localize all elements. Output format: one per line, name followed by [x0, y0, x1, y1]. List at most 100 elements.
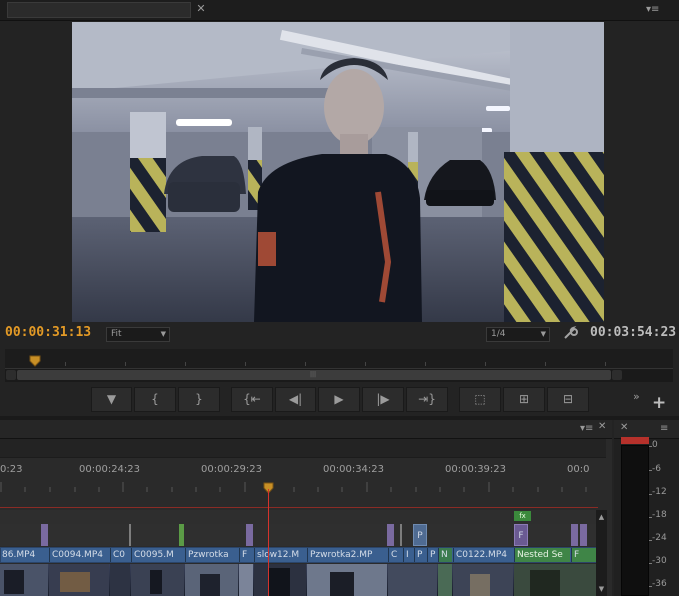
timeline-playhead-line[interactable]	[268, 489, 269, 596]
close-icon[interactable]: ✕	[598, 421, 606, 432]
panel-menu-icon[interactable]: ▾≡	[646, 5, 659, 15]
mark-in-button[interactable]: {	[134, 387, 176, 412]
ruler-label: 00:00:29:23	[201, 464, 263, 475]
monitor-playhead-icon[interactable]	[29, 352, 41, 367]
clip[interactable]: C	[388, 548, 402, 562]
export-frame-button[interactable]: ⊟	[547, 387, 589, 412]
clip-marker[interactable]	[387, 524, 394, 546]
clip-marker[interactable]	[580, 524, 587, 546]
clip-marker[interactable]	[400, 524, 402, 546]
lift-button[interactable]: ⬚	[459, 387, 501, 412]
meter-scale-label: -30	[652, 556, 667, 566]
ruler-label: 00:00:24:23	[79, 464, 141, 475]
clip-marker-label: F	[518, 531, 524, 541]
clip[interactable]: C0	[110, 548, 130, 562]
ruler-label: 0:23	[0, 464, 23, 475]
audio-meter-bar	[621, 445, 649, 596]
play-icon: ▶	[334, 392, 344, 406]
scroll-down-icon[interactable]: ▼	[596, 584, 607, 594]
ruler-label: 00:00:39:23	[445, 464, 507, 475]
clip-marker[interactable]	[129, 524, 131, 546]
panel-menu-icon[interactable]: ▾≡	[580, 424, 593, 434]
program-monitor-video[interactable]	[72, 22, 604, 322]
panel-menu-icon[interactable]: ≡	[660, 424, 668, 434]
clip[interactable]: I	[403, 548, 413, 562]
mark-out-icon: }	[195, 392, 203, 406]
audio-peak-indicator[interactable]	[621, 437, 649, 444]
ruler-label: 00:0	[567, 464, 590, 475]
add-marker-button[interactable]: ▼	[91, 387, 132, 412]
close-icon[interactable]: ✕	[194, 1, 208, 17]
clip[interactable]: P	[414, 548, 426, 562]
clip[interactable]: Pzwrotka2.MP	[307, 548, 387, 562]
step-back-button[interactable]: ◀|	[275, 387, 316, 412]
clip[interactable]: F	[239, 548, 253, 562]
duration-timecode: 00:03:54:23	[590, 325, 677, 340]
go-to-in-button[interactable]: {⇤	[231, 387, 273, 412]
chevron-down-icon: ▼	[540, 330, 546, 338]
go-to-in-icon: {⇤	[243, 392, 261, 406]
mark-out-button[interactable]: }	[178, 387, 220, 412]
mark-in-icon: {	[151, 392, 159, 406]
extract-button[interactable]: ⊞	[503, 387, 545, 412]
work-area-bar[interactable]	[0, 507, 598, 508]
playback-resolution-value: 1/4	[491, 329, 506, 339]
timeline-sequence-bar	[0, 439, 606, 458]
track-lane-v3	[0, 510, 596, 524]
scroll-up-icon[interactable]: ▲	[596, 512, 607, 522]
step-forward-icon: |▶	[376, 392, 390, 406]
zoom-level-value: Fit	[111, 329, 122, 339]
clip-p-marker[interactable]: P	[413, 524, 427, 546]
ruler-label: 00:00:34:23	[323, 464, 385, 475]
fx-badge: fx	[514, 511, 531, 521]
meter-scale-label: -18	[652, 510, 667, 520]
current-timecode[interactable]: 00:00:31:13	[5, 325, 91, 340]
close-icon[interactable]: ✕	[620, 422, 628, 433]
zoom-level-dropdown[interactable]: Fit ▼	[106, 327, 170, 342]
clip-thumbnail-strip[interactable]	[0, 564, 596, 596]
clip-marker[interactable]	[571, 524, 578, 546]
clip[interactable]: C0095.M	[131, 548, 184, 562]
nested-sequence-clip[interactable]: Nested Se	[514, 548, 570, 562]
clip[interactable]: slow12.M	[254, 548, 306, 562]
play-button[interactable]: ▶	[318, 387, 360, 412]
wrench-icon[interactable]	[562, 325, 578, 341]
go-to-out-icon: ⇥}	[418, 392, 436, 406]
lift-icon: ⬚	[474, 392, 486, 406]
clip[interactable]: P	[427, 548, 437, 562]
timeline-ruler[interactable]	[0, 478, 598, 492]
clip[interactable]: C0122.MP4	[453, 548, 513, 562]
clip-marker[interactable]	[246, 524, 253, 546]
clip[interactable]: F	[571, 548, 596, 562]
step-forward-button[interactable]: |▶	[362, 387, 404, 412]
clip-marker[interactable]	[179, 524, 184, 546]
clip[interactable]: 86.MP4	[0, 548, 47, 562]
grip-icon: |||	[309, 371, 317, 378]
step-back-icon: ◀|	[288, 392, 303, 406]
clip-marker-label: P	[417, 531, 423, 541]
track-lane-v2	[0, 524, 596, 546]
scroll-handle-right[interactable]	[612, 370, 622, 380]
clip-marker[interactable]	[41, 524, 48, 546]
timeline-tab-bar	[0, 420, 612, 439]
add-marker-icon: ▼	[106, 392, 117, 406]
meter-scale-label: 0	[652, 440, 658, 450]
program-monitor-tab[interactable]	[7, 2, 191, 18]
monitor-time-ruler[interactable]	[5, 349, 673, 369]
meter-scale-label: -24	[652, 533, 667, 543]
scroll-handle-left[interactable]	[6, 370, 16, 380]
meter-scale-label: -12	[652, 487, 667, 497]
extract-icon: ⊞	[518, 392, 530, 406]
go-to-out-button[interactable]: ⇥}	[406, 387, 448, 412]
meter-scale-label: -36	[652, 579, 667, 589]
overflow-chevron-icon[interactable]: »	[633, 390, 640, 403]
clip[interactable]: C0094.MP4	[49, 548, 109, 562]
playback-resolution-dropdown[interactable]: 1/4 ▼	[486, 327, 550, 342]
clip-f-marker[interactable]: F	[514, 524, 528, 546]
export-frame-icon: ⊟	[562, 392, 574, 406]
clip[interactable]: Pzwrotka	[185, 548, 238, 562]
clip[interactable]: N	[438, 548, 452, 562]
chevron-down-icon: ▼	[160, 330, 166, 338]
meter-scale-label: -6	[652, 464, 661, 474]
button-editor-add-icon[interactable]: +	[652, 393, 666, 413]
